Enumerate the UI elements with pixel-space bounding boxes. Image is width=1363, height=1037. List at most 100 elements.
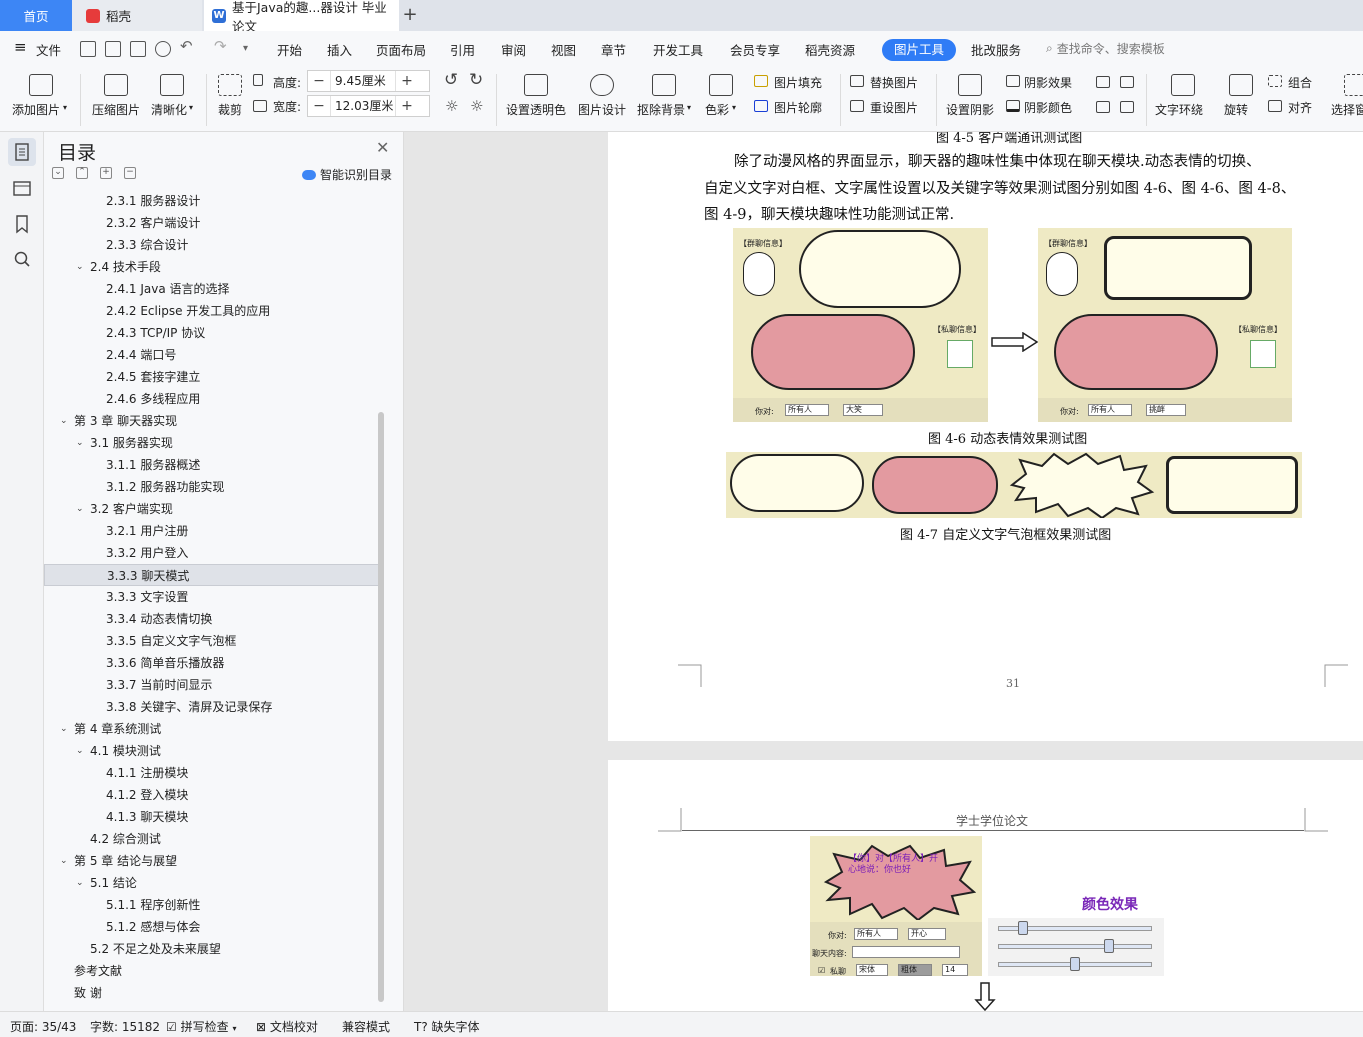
bookmark-icon[interactable] xyxy=(8,210,36,238)
print-icon[interactable] xyxy=(130,41,146,57)
page-indicator[interactable]: 页面: 35/43 xyxy=(10,1018,76,1035)
chevron-down-icon[interactable]: ⌄ xyxy=(76,432,84,454)
toc-entry[interactable]: 5.2 不足之处及未来展望 xyxy=(44,938,379,960)
proofread-button[interactable]: ⊠ 文档校对 xyxy=(256,1018,318,1035)
chevron-down-icon[interactable]: ⌄ xyxy=(76,498,84,520)
width-decrease-button[interactable]: − xyxy=(308,98,330,114)
chat-screenshot-after[interactable]: 【群聊信息】 【私聊信息】 你对: 所有人 挑衅 xyxy=(1038,228,1292,422)
shadow-color-button[interactable]: 阴影颜色 xyxy=(1002,95,1090,119)
blue-slider-thumb[interactable] xyxy=(1070,957,1080,971)
toc-entry[interactable]: 5.1.1 程序创新性 xyxy=(44,894,379,916)
menu-developer[interactable]: 开发工具 xyxy=(653,40,703,59)
toc-entry[interactable]: ⌄ 5.1 结论 xyxy=(44,872,379,894)
toc-entry[interactable]: 2.4.3 TCP/IP 协议 xyxy=(44,322,379,344)
rotate-left-icon[interactable]: ↺ xyxy=(444,70,458,90)
toc-entry[interactable]: 3.3.3 聊天模式 xyxy=(44,564,379,586)
toc-entry[interactable]: 3.3.3 文字设置 xyxy=(44,586,379,608)
compat-mode[interactable]: 兼容模式 xyxy=(342,1018,390,1035)
toc-entry[interactable]: ⌄ 2.4 技术手段 xyxy=(44,256,379,278)
new-tab-plus-icon[interactable]: + xyxy=(401,5,419,25)
menu-review[interactable]: 审阅 xyxy=(501,40,526,59)
toc-entry[interactable]: ⌄ 第 5 章 结论与展望 xyxy=(44,850,379,872)
toc-entry[interactable]: 参考文献 xyxy=(44,960,379,982)
height-input[interactable]: 9.45厘米 xyxy=(330,71,396,91)
width-input[interactable]: 12.03厘米 xyxy=(330,96,396,116)
chevron-down-icon[interactable]: ⌄ xyxy=(60,850,68,872)
replace-picture-button[interactable]: 替换图片 xyxy=(846,70,926,94)
font-style-select[interactable]: 粗体 xyxy=(898,964,932,976)
height-stepper[interactable]: − 9.45厘米 + xyxy=(307,70,430,92)
align-button[interactable]: 对齐 xyxy=(1266,95,1328,119)
quick-access-chevron-icon[interactable]: ▾ xyxy=(243,43,248,54)
toc-entry[interactable]: 2.4.2 Eclipse 开发工具的应用 xyxy=(44,300,379,322)
picture-design-button[interactable]: 图片设计 xyxy=(574,68,630,132)
width-increase-button[interactable]: + xyxy=(396,98,418,114)
set-shadow-button[interactable]: 设置阴影 xyxy=(942,68,998,132)
remove-background-button[interactable]: 抠除背景 ▾ xyxy=(634,68,696,132)
height-increase-button[interactable]: + xyxy=(396,73,418,89)
toc-entry[interactable]: 4.1.2 登入模块 xyxy=(44,784,379,806)
green-slider-thumb[interactable] xyxy=(1104,939,1114,953)
set-transparent-color-button[interactable]: 设置透明色 xyxy=(502,68,572,132)
shadow-down-icon[interactable] xyxy=(1120,76,1134,88)
toc-entry[interactable]: 3.1.2 服务器功能实现 xyxy=(44,476,379,498)
expand-up-icon[interactable]: ⌃ xyxy=(76,167,88,179)
crop-button[interactable]: 裁剪 xyxy=(212,68,248,132)
smart-toc-button[interactable]: 智能识别目录 xyxy=(302,166,392,183)
toc-entry[interactable]: 2.4.1 Java 语言的选择 xyxy=(44,278,379,300)
tab-home[interactable]: 首页 xyxy=(0,0,72,31)
to-select[interactable]: 所有人 xyxy=(1088,404,1132,416)
chevron-down-icon[interactable]: ⌄ xyxy=(60,410,68,432)
to-select[interactable]: 所有人 xyxy=(854,928,898,940)
private-checkbox[interactable]: ☑ xyxy=(818,966,825,975)
toc-entry[interactable]: 2.3.3 综合设计 xyxy=(44,234,379,256)
toc-entry[interactable]: ⌄ 3.2 客户端实现 xyxy=(44,498,379,520)
expression-select[interactable]: 开心 xyxy=(908,928,946,940)
toc-entry[interactable]: 5.1.2 感想与体会 xyxy=(44,916,379,938)
expression-select[interactable]: 挑衅 xyxy=(1146,404,1186,416)
chat-screenshot-before[interactable]: 【群聊信息】 【私聊信息】 你对: 所有人 大笑 xyxy=(733,228,988,422)
picture-fill-button[interactable]: 图片填充 xyxy=(750,70,834,94)
toc-entry[interactable]: 3.3.2 用户登入 xyxy=(44,542,379,564)
shadow-up-icon[interactable] xyxy=(1096,76,1110,88)
toc-entry[interactable]: 3.3.8 关键字、清屏及记录保存 xyxy=(44,696,379,718)
font-size-select[interactable]: 14 xyxy=(942,964,968,976)
toc-entry[interactable]: 3.3.4 动态表情切换 xyxy=(44,608,379,630)
toc-entry[interactable]: ⌄ 3.1 服务器实现 xyxy=(44,432,379,454)
save-icon[interactable] xyxy=(80,41,96,57)
remove-heading-icon[interactable]: − xyxy=(124,167,136,179)
word-count[interactable]: 字数: 15182 xyxy=(90,1018,160,1035)
chevron-down-icon[interactable]: ⌄ xyxy=(76,256,84,278)
chapter-nav-icon[interactable] xyxy=(8,174,36,202)
chevron-down-icon[interactable]: ⌄ xyxy=(76,872,84,894)
toc-entry[interactable]: 2.3.1 服务器设计 xyxy=(44,190,379,212)
toc-entry[interactable]: 3.3.6 简单音乐播放器 xyxy=(44,652,379,674)
toc-entry[interactable]: ⌄ 4.1 模块测试 xyxy=(44,740,379,762)
picture-outline-button[interactable]: 图片轮廓 xyxy=(750,95,834,119)
chat-content-input[interactable] xyxy=(852,946,960,958)
collapse-all-icon[interactable]: ⌄ xyxy=(52,167,64,179)
menu-insert[interactable]: 插入 xyxy=(327,40,352,59)
add-picture-button[interactable]: 添加图片 ▾ xyxy=(0,68,76,132)
toc-entry[interactable]: 2.3.2 客户端设计 xyxy=(44,212,379,234)
tab-daoke[interactable]: 稻壳 xyxy=(72,0,202,31)
font-select[interactable]: 宋体 xyxy=(856,964,888,976)
chevron-down-icon[interactable]: ⌄ xyxy=(76,740,84,762)
toc-entry[interactable]: 2.4.6 多线程应用 xyxy=(44,388,379,410)
menu-file[interactable]: 文件 xyxy=(36,40,61,59)
green-slider-track[interactable] xyxy=(998,944,1152,949)
toc-entry[interactable]: ⌄ 第 3 章 聊天器实现 xyxy=(44,410,379,432)
menu-reference[interactable]: 引用 xyxy=(450,40,475,59)
menu-daoke-resources[interactable]: 稻壳资源 xyxy=(805,40,855,59)
toc-entry[interactable]: 4.2 综合测试 xyxy=(44,828,379,850)
brightness-down-icon[interactable]: ☼ xyxy=(470,97,483,115)
toc-entry[interactable]: 4.1.1 注册模块 xyxy=(44,762,379,784)
sharpen-button[interactable]: 清晰化 ▾ xyxy=(148,68,198,132)
toc-entry[interactable]: 2.4.4 端口号 xyxy=(44,344,379,366)
menu-start[interactable]: 开始 xyxy=(277,40,302,59)
shadow-right-icon[interactable] xyxy=(1120,101,1134,113)
toc-entry[interactable]: 3.3.7 当前时间显示 xyxy=(44,674,379,696)
rotate-button[interactable]: 旋转 xyxy=(1220,68,1262,132)
menu-member[interactable]: 会员专享 xyxy=(730,40,780,59)
brightness-up-icon[interactable]: ☼ xyxy=(445,97,458,115)
